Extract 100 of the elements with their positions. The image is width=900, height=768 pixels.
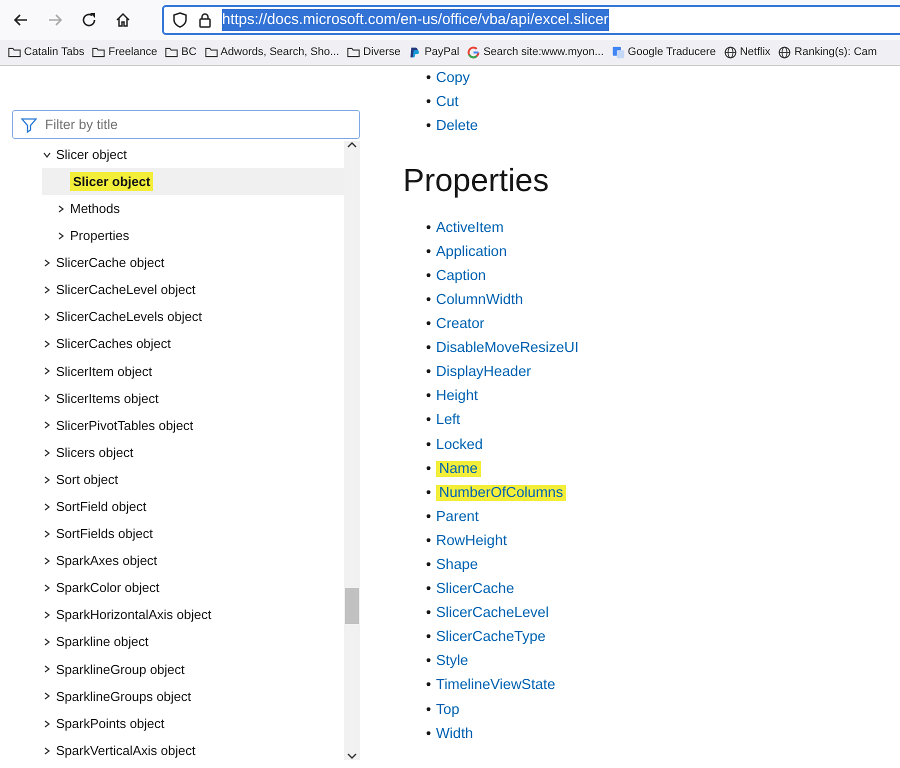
- back-arrow-icon: [13, 12, 29, 28]
- tree-item[interactable]: SlicerCacheLevel object: [42, 276, 344, 304]
- bullet: •: [426, 266, 432, 286]
- caret-right-icon: [43, 638, 51, 646]
- link[interactable]: Shape: [436, 556, 478, 573]
- folder-icon: [92, 46, 106, 59]
- tree-item[interactable]: SparklineGroup object: [42, 656, 344, 683]
- paypal-logo-icon: [408, 46, 422, 59]
- caret-right-icon: [43, 367, 51, 376]
- tree-item[interactable]: Sparkline object: [42, 628, 344, 656]
- link[interactable]: SlicerCache: [436, 581, 514, 598]
- caret-right-icon: [43, 502, 51, 511]
- tree-item[interactable]: Slicers object: [42, 439, 344, 466]
- link[interactable]: Width: [436, 726, 474, 742]
- link[interactable]: Top: [436, 702, 460, 718]
- bullet: •: [426, 604, 432, 624]
- caret-right-icon: [43, 611, 51, 620]
- folder-icon: [165, 46, 178, 59]
- bookmark[interactable]: Diverse: [343, 44, 404, 61]
- link[interactable]: Parent: [436, 508, 479, 525]
- bookmark[interactable]: BC: [161, 44, 201, 61]
- caret-right-icon: [43, 421, 51, 430]
- link[interactable]: Copy: [436, 70, 470, 86]
- link[interactable]: SlicerCacheType: [436, 629, 546, 646]
- tree-item[interactable]: Properties: [42, 222, 344, 250]
- tree-item[interactable]: SparkColor object: [42, 574, 344, 602]
- address-bar[interactable]: https://docs.microsoft.com/en-us/office/vba/api/excel.slicer: [162, 5, 900, 35]
- link[interactable]: Left: [436, 412, 460, 428]
- bullet: •: [426, 508, 432, 527]
- filter-field[interactable]: Filter by title: [12, 110, 360, 139]
- bullet: •: [426, 628, 432, 648]
- tree-item[interactable]: SlicerCacheLevels object: [42, 304, 344, 331]
- link[interactable]: ColumnWidth: [436, 292, 524, 308]
- link[interactable]: RowHeight: [436, 532, 507, 549]
- folder-icon: [8, 46, 21, 59]
- bookmark[interactable]: Google Traducere: [608, 44, 720, 61]
- link[interactable]: Delete: [436, 118, 478, 134]
- scrollbar-thumb[interactable]: [345, 588, 359, 624]
- bookmark[interactable]: Search site:www.myon...: [463, 44, 608, 61]
- bullet: •: [426, 580, 432, 600]
- bullet: •: [426, 117, 432, 136]
- tree-item[interactable]: Methods: [42, 195, 344, 222]
- bookmark[interactable]: Adwords, Search, Sho...: [200, 44, 344, 61]
- bullet: •: [426, 411, 432, 430]
- tree-item[interactable]: SparkAxes object: [42, 547, 344, 574]
- link[interactable]: Application: [436, 244, 507, 260]
- bullet: •: [426, 436, 432, 455]
- scroll-down-icon: [347, 752, 357, 760]
- link[interactable]: SlicerCacheLevel: [436, 605, 549, 622]
- tree-item[interactable]: SlicerItem object: [42, 358, 344, 385]
- tree-item[interactable]: SparklineGroups object: [42, 682, 344, 710]
- link[interactable]: NumberOfColumns: [436, 484, 566, 501]
- link[interactable]: Caption: [436, 268, 486, 284]
- scrollbar[interactable]: [344, 141, 360, 760]
- link[interactable]: TimelineViewState: [436, 677, 556, 694]
- caret-right-icon: [43, 286, 51, 294]
- link[interactable]: Name: [436, 460, 481, 477]
- caret-right-icon: [43, 476, 51, 484]
- caret-right-icon: [43, 746, 51, 755]
- bullet: •: [426, 339, 432, 358]
- bullet: •: [426, 242, 432, 262]
- bullet: •: [426, 69, 432, 88]
- tree-item[interactable]: SparkHorizontalAxis object: [42, 602, 344, 629]
- bullet: •: [426, 652, 432, 672]
- bullet: •: [426, 556, 432, 575]
- link[interactable]: Cut: [436, 94, 459, 110]
- tree-item[interactable]: Slicer object: [42, 141, 344, 168]
- tree-item[interactable]: SortField object: [42, 493, 344, 520]
- tree-item[interactable]: SlicerCaches object: [42, 330, 344, 358]
- tree-item[interactable]: SlicerPivotTables object: [42, 412, 344, 440]
- caret-right-icon: [43, 556, 51, 565]
- caret-right-icon: [57, 204, 65, 213]
- bookmark[interactable]: Freelance: [88, 44, 162, 61]
- link[interactable]: ActiveItem: [436, 220, 504, 236]
- bookmark[interactable]: PayPal: [404, 44, 464, 61]
- bullet: •: [426, 460, 432, 479]
- caret-right-icon: [57, 232, 65, 240]
- home-icon: [115, 12, 131, 28]
- tree-item[interactable]: Slicer object: [42, 168, 344, 196]
- caret-right-icon: [43, 394, 51, 402]
- tree-item[interactable]: SparkVerticalAxis object: [42, 737, 344, 760]
- link[interactable]: Locked: [436, 436, 483, 453]
- bookmark[interactable]: Ranking(s): Cam: [774, 44, 881, 61]
- link[interactable]: Style: [436, 653, 468, 670]
- bookmark[interactable]: Netflix: [720, 44, 774, 61]
- tree-item[interactable]: SortFields object: [42, 520, 344, 548]
- caret-right-icon: [43, 448, 51, 457]
- link[interactable]: Height: [436, 388, 478, 404]
- tree-item[interactable]: Sort object: [42, 466, 344, 494]
- link[interactable]: Creator: [436, 316, 484, 332]
- bullet: •: [426, 387, 432, 406]
- bullet: •: [426, 700, 432, 720]
- tree-item[interactable]: SlicerCache object: [42, 249, 344, 276]
- caret-right-icon: [43, 530, 51, 538]
- link[interactable]: DisplayHeader: [436, 364, 532, 380]
- bookmark[interactable]: Catalin Tabs: [4, 44, 88, 61]
- tree-item[interactable]: SparkPoints object: [42, 710, 344, 738]
- link[interactable]: DisableMoveResizeUI: [436, 340, 579, 356]
- tree-item[interactable]: SlicerItems object: [42, 384, 344, 412]
- reload-icon: [81, 12, 97, 28]
